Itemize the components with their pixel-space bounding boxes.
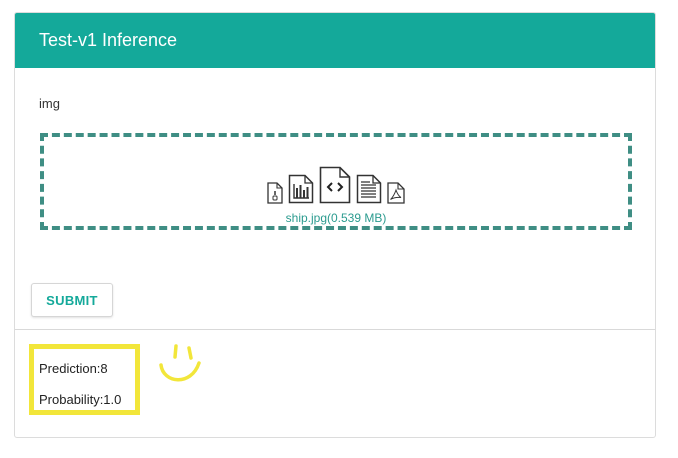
smiley-doodle-icon — [159, 344, 201, 382]
probability-text: Probability:1.0 — [39, 392, 122, 407]
card-header: Test-v1 Inference — [15, 13, 655, 68]
uploaded-file-name: ship.jpg(0.539 MB) — [285, 211, 387, 225]
chart-file-icon — [288, 174, 314, 204]
inference-card: Test-v1 Inference img ship.jpg(0.539 MB)… — [14, 12, 656, 438]
card-title: Test-v1 Inference — [39, 30, 178, 50]
code-file-icon — [319, 166, 351, 204]
submit-button[interactable]: SUBMIT — [31, 283, 113, 317]
prediction-text: Prediction:8 — [39, 361, 108, 376]
section-divider — [15, 329, 655, 330]
pdf-file-icon — [387, 182, 405, 204]
file-dropzone[interactable]: ship.jpg(0.539 MB) — [40, 133, 632, 230]
zip-file-icon — [267, 182, 283, 204]
text-file-icon — [356, 174, 382, 204]
file-type-icons — [44, 166, 628, 204]
img-field-label: img — [39, 96, 60, 111]
result-highlight-box: Prediction:8 Probability:1.0 — [29, 344, 140, 415]
